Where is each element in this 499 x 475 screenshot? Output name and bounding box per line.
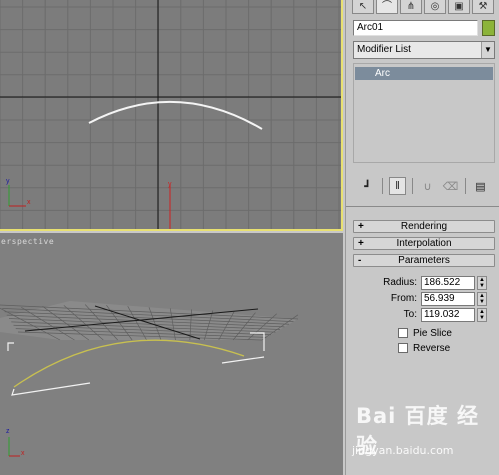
chevron-down-icon[interactable]: ▼: [481, 42, 494, 58]
parameters-rollout[interactable]: - Parameters: [353, 254, 495, 267]
view-axis-tripod-perspective: z x: [6, 428, 25, 457]
pie-slice-option[interactable]: Pie Slice: [398, 327, 452, 339]
object-color-swatch[interactable]: [482, 20, 495, 36]
perspective-viewport[interactable]: z x erspective: [0, 233, 343, 475]
display-tab[interactable]: ▣: [448, 0, 470, 14]
pin-stack-icon[interactable]: ┛: [359, 177, 376, 195]
rollout-title: Interpolation: [396, 238, 452, 249]
modify-arc-icon: ⌒: [382, 0, 392, 12]
interpolation-rollout[interactable]: + Interpolation: [353, 237, 495, 250]
to-row: To: 119.032 ▲ ▼: [353, 308, 495, 322]
svg-text:x: x: [27, 199, 31, 206]
make-unique-icon[interactable]: ∪: [419, 177, 436, 195]
remove-modifier-icon[interactable]: ⌫: [442, 177, 459, 195]
radius-spinner[interactable]: ▲ ▼: [477, 276, 487, 290]
panel-divider: [346, 206, 499, 207]
configure-sets-icon[interactable]: ▤: [472, 177, 489, 195]
expand-icon: +: [358, 221, 364, 232]
to-field[interactable]: 119.032: [421, 308, 475, 322]
svg-text:y: y: [6, 178, 10, 185]
from-spinner[interactable]: ▲ ▼: [477, 292, 487, 306]
reverse-option[interactable]: Reverse: [398, 342, 450, 354]
top-viewport-canvas[interactable]: y y x: [0, 0, 343, 231]
object-name-field[interactable]: Arc01: [353, 20, 478, 36]
arc-pivot-y-label: y: [168, 181, 172, 188]
hammer-icon: ⚒: [478, 0, 488, 12]
baidu-jingyan-watermark: Bai 百度 经验 jingyan.baidu.com: [352, 398, 492, 470]
reverse-label: Reverse: [413, 342, 451, 354]
from-row: From: 56.939 ▲ ▼: [353, 292, 495, 306]
rendering-rollout[interactable]: + Rendering: [353, 220, 495, 233]
from-label: From:: [390, 293, 417, 304]
view-axis-tripod: y x: [6, 178, 31, 207]
modifier-list-dropdown[interactable]: Modifier List ▼: [353, 41, 495, 59]
reverse-checkbox[interactable]: [398, 343, 408, 353]
perspective-viewport-canvas[interactable]: z x: [0, 233, 343, 475]
command-panel-tabs: ↖ ⌒ ⋔ ◎ ▣ ⚒: [346, 0, 499, 14]
show-end-result-icon[interactable]: ‖: [388, 177, 407, 195]
expand-icon: +: [358, 238, 364, 249]
radius-row: Radius: 186.522 ▲ ▼: [353, 276, 495, 290]
pie-slice-checkbox[interactable]: [398, 328, 408, 338]
hierarchy-icon: ⋔: [406, 0, 416, 12]
modifier-stack[interactable]: Arc: [353, 63, 495, 163]
radius-field[interactable]: 186.522: [421, 276, 475, 290]
to-spinner[interactable]: ▲ ▼: [477, 308, 487, 322]
top-grid: [0, 0, 341, 229]
stack-item-arc[interactable]: Arc: [355, 67, 493, 80]
pie-slice-label: Pie Slice: [413, 327, 452, 339]
perspective-viewport-label[interactable]: erspective: [1, 237, 54, 246]
stack-toolbar: ┛ ‖ ∪ ⌫ ▤: [359, 177, 489, 195]
utilities-tab[interactable]: ⚒: [472, 0, 494, 14]
hierarchy-tab[interactable]: ⋔: [400, 0, 422, 14]
svg-text:z: z: [6, 428, 10, 435]
pointer-arrow-icon: ↖: [358, 0, 368, 12]
to-label: To:: [403, 309, 417, 320]
display-icon: ▣: [454, 0, 464, 12]
rollout-title: Rendering: [400, 221, 448, 232]
rollout-title: Parameters: [398, 255, 450, 266]
collapse-icon: -: [358, 255, 362, 266]
create-tab[interactable]: ↖: [352, 0, 374, 14]
top-viewport[interactable]: y y x: [0, 0, 343, 231]
watermark-url: jingyan.baidu.com: [352, 444, 454, 457]
toolbar-divider: [465, 178, 466, 194]
selection-bracket: [7, 332, 265, 396]
motion-tab[interactable]: ◎: [424, 0, 446, 14]
modifier-list-label: Modifier List: [357, 44, 411, 55]
svg-text:x: x: [21, 450, 25, 457]
from-field[interactable]: 56.939: [421, 292, 475, 306]
arc-shape: [88, 101, 263, 130]
toolbar-divider: [412, 178, 414, 194]
radius-label: Radius:: [383, 277, 417, 288]
motion-icon: ◎: [430, 0, 440, 12]
toolbar-divider: [382, 178, 383, 194]
arc-shape-perspective: [13, 339, 245, 388]
modify-tab[interactable]: ⌒: [376, 0, 398, 14]
